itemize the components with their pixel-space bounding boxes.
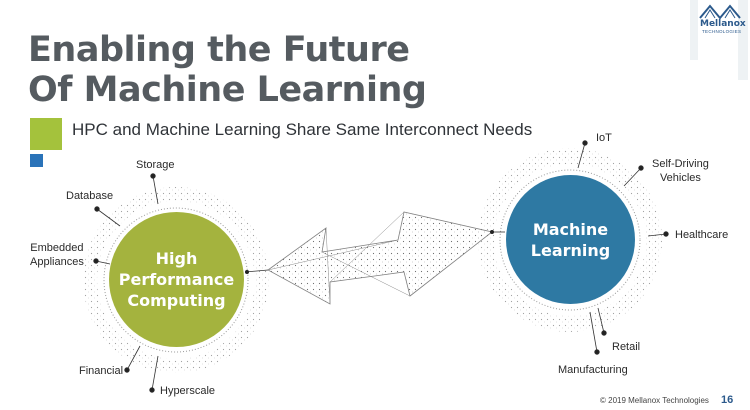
slide: Mellanox TECHNOLOGIES Enabling the Futur… — [0, 0, 750, 410]
label-self-driving-vehicles: Self-Driving Vehicles — [652, 157, 709, 185]
hpc-circle-line-1: High — [155, 249, 198, 268]
label-storage: Storage — [136, 159, 175, 171]
hpc-circle-line-2: Performance — [118, 270, 235, 289]
label-embedded-line-2: Appliances — [30, 256, 84, 268]
footer-copyright: © 2019 Mellanox Technologies — [600, 396, 709, 405]
double-arrow-icon — [267, 211, 493, 305]
label-iot: IoT — [596, 132, 612, 144]
label-financial: Financial — [79, 365, 124, 377]
ml-circle-line-1: Machine — [532, 219, 609, 239]
page-number: 16 — [721, 394, 734, 406]
label-hyperscale: Hyperscale — [160, 385, 216, 397]
label-healthcare: Healthcare — [675, 229, 729, 241]
label-self-driving-line-1: Self-Driving — [652, 158, 709, 170]
ml-circle: Machine Learning — [506, 175, 635, 304]
ml-circle-line-2: Learning — [530, 240, 611, 260]
label-embedded-line-1: Embedded — [30, 242, 84, 254]
hpc-circle: High Performance Computing — [109, 212, 244, 347]
hpc-circle-line-3: Computing — [127, 291, 226, 310]
label-embedded-appliances: Embedded Appliances — [30, 241, 84, 269]
label-manufacturing: Manufacturing — [558, 364, 628, 376]
label-database: Database — [66, 190, 114, 202]
label-retail: Retail — [612, 341, 641, 353]
label-self-driving-line-2: Vehicles — [659, 172, 701, 184]
